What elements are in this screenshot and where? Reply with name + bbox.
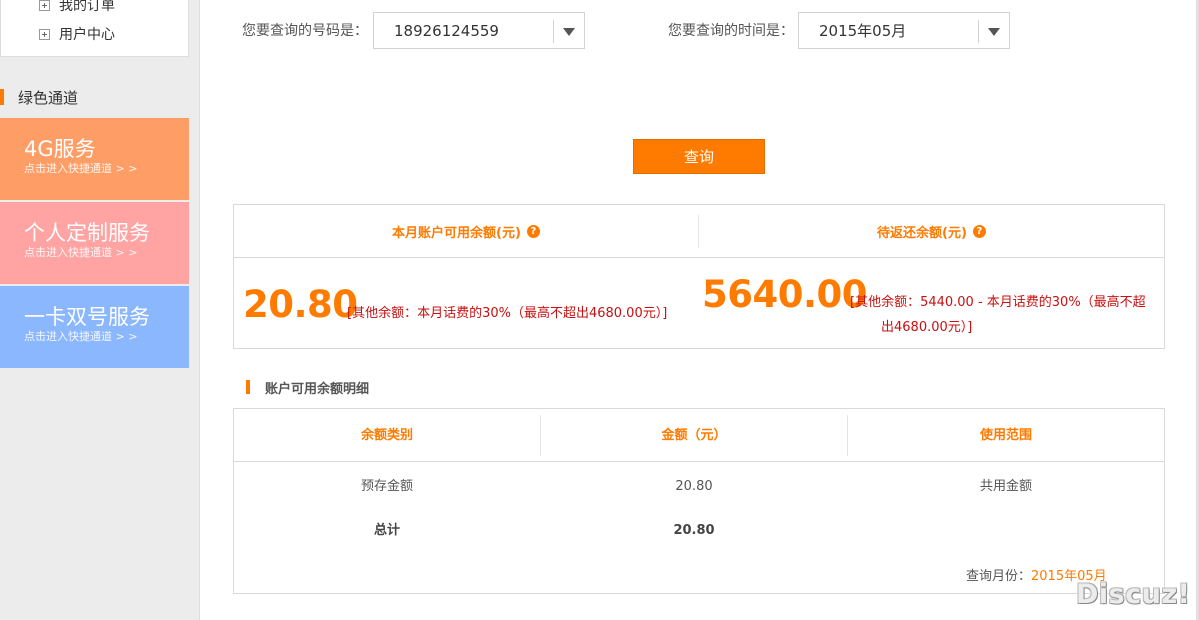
user-submenu: 我的订单 用户中心 — [0, 0, 189, 57]
help-icon[interactable]: ? — [526, 225, 540, 238]
service-subtitle: 点击进入快捷通道 > > — [24, 246, 138, 259]
pending-balance-header: 待返还余额(元) ? — [699, 205, 1164, 258]
available-balance-header: 本月账户可用余额(元) ? — [234, 205, 698, 258]
table-header: 余额类别 金额（元） 使用范围 — [234, 409, 1164, 462]
service-title: 一卡双号服务 — [24, 305, 150, 329]
green-channel-title: 绿色通道 — [0, 88, 79, 107]
chevron-down-icon[interactable] — [563, 28, 575, 36]
available-balance-header-label: 本月账户可用余额(元) — [392, 226, 521, 241]
balance-panel: 本月账户可用余额(元) ? 待返还余额(元) ? 20.80 [其他余额：本月话… — [233, 204, 1165, 349]
green-channel-label: 绿色通道 — [18, 88, 79, 107]
service-one-card-two-numbers-card[interactable]: 一卡双号服务 点击进入快捷通道 > > — [0, 286, 189, 368]
help-icon[interactable]: ? — [972, 225, 986, 238]
service-title: 个人定制服务 — [24, 221, 150, 245]
service-4g-card[interactable]: 4G服务 点击进入快捷通道 > > — [0, 118, 189, 200]
sidebar-item-my-orders[interactable]: 我的订单 — [39, 0, 115, 15]
number-select[interactable]: 18926124559 — [373, 12, 585, 49]
pending-balance-note-line2: 出4680.00元）] — [881, 320, 973, 335]
column-header-scope: 使用范围 — [979, 428, 1032, 443]
number-label: 您要查询的号码是： — [242, 23, 368, 39]
sidebar-item-label: 用户中心 — [59, 27, 115, 43]
time-select[interactable]: 2015年05月 — [798, 12, 1010, 49]
discuz-watermark: Discuz! — [1076, 579, 1191, 610]
table-cell-type: 预存金额 — [360, 479, 413, 494]
pending-balance-amount: 5640.00 — [702, 273, 868, 316]
detail-section-title: 账户可用余额明细 — [246, 379, 370, 397]
available-balance-amount: 20.80 — [243, 283, 358, 326]
detail-title-label: 账户可用余额明细 — [265, 381, 370, 397]
section-marker — [0, 89, 4, 105]
sidebar: 我的订单 用户中心 绿色通道 4G服务 点击进入快捷通道 > > 个人定制服务 … — [0, 0, 200, 620]
time-label: 您要查询的时间是： — [668, 23, 794, 39]
select-divider — [553, 20, 554, 43]
select-divider — [978, 20, 979, 43]
time-select-value: 2015年05月 — [819, 22, 907, 40]
pending-balance-header-label: 待返还余额(元) — [877, 226, 967, 241]
total-label: 总计 — [373, 523, 400, 538]
pending-balance-note-line1: [其他余额：5440.00 - 本月话费的30%（最高不超 — [850, 295, 1146, 310]
service-subtitle: 点击进入快捷通道 > > — [24, 162, 138, 175]
table-cell-scope: 共用金额 — [979, 479, 1032, 494]
table-cell-amount: 20.80 — [675, 479, 713, 494]
service-title: 4G服务 — [24, 137, 96, 161]
expand-plus-icon[interactable] — [39, 0, 50, 11]
sidebar-item-label: 我的订单 — [59, 0, 115, 14]
expand-plus-icon[interactable] — [39, 28, 50, 40]
query-button[interactable]: 查询 — [633, 139, 765, 174]
balance-header: 本月账户可用余额(元) ? 待返还余额(元) ? — [234, 205, 1164, 258]
chevron-down-icon[interactable] — [988, 28, 1000, 36]
service-subtitle: 点击进入快捷通道 > > — [24, 330, 138, 343]
number-select-value: 18926124559 — [394, 22, 499, 40]
total-amount: 20.80 — [673, 523, 715, 538]
column-header-amount: 金额（元） — [661, 428, 727, 443]
service-personal-custom-card[interactable]: 个人定制服务 点击进入快捷通道 > > — [0, 202, 189, 284]
available-balance-note: [其他余额：本月话费的30%（最高不超出4680.00元）] — [347, 306, 668, 321]
section-marker — [246, 380, 250, 394]
sidebar-item-user-center[interactable]: 用户中心 — [39, 24, 115, 44]
column-header-type: 余额类别 — [360, 428, 413, 443]
balance-detail-table: 余额类别 金额（元） 使用范围 预存金额 20.80 共用金额 总计 20.80… — [233, 408, 1165, 594]
query-month-label: 查询月份： — [966, 569, 1032, 584]
